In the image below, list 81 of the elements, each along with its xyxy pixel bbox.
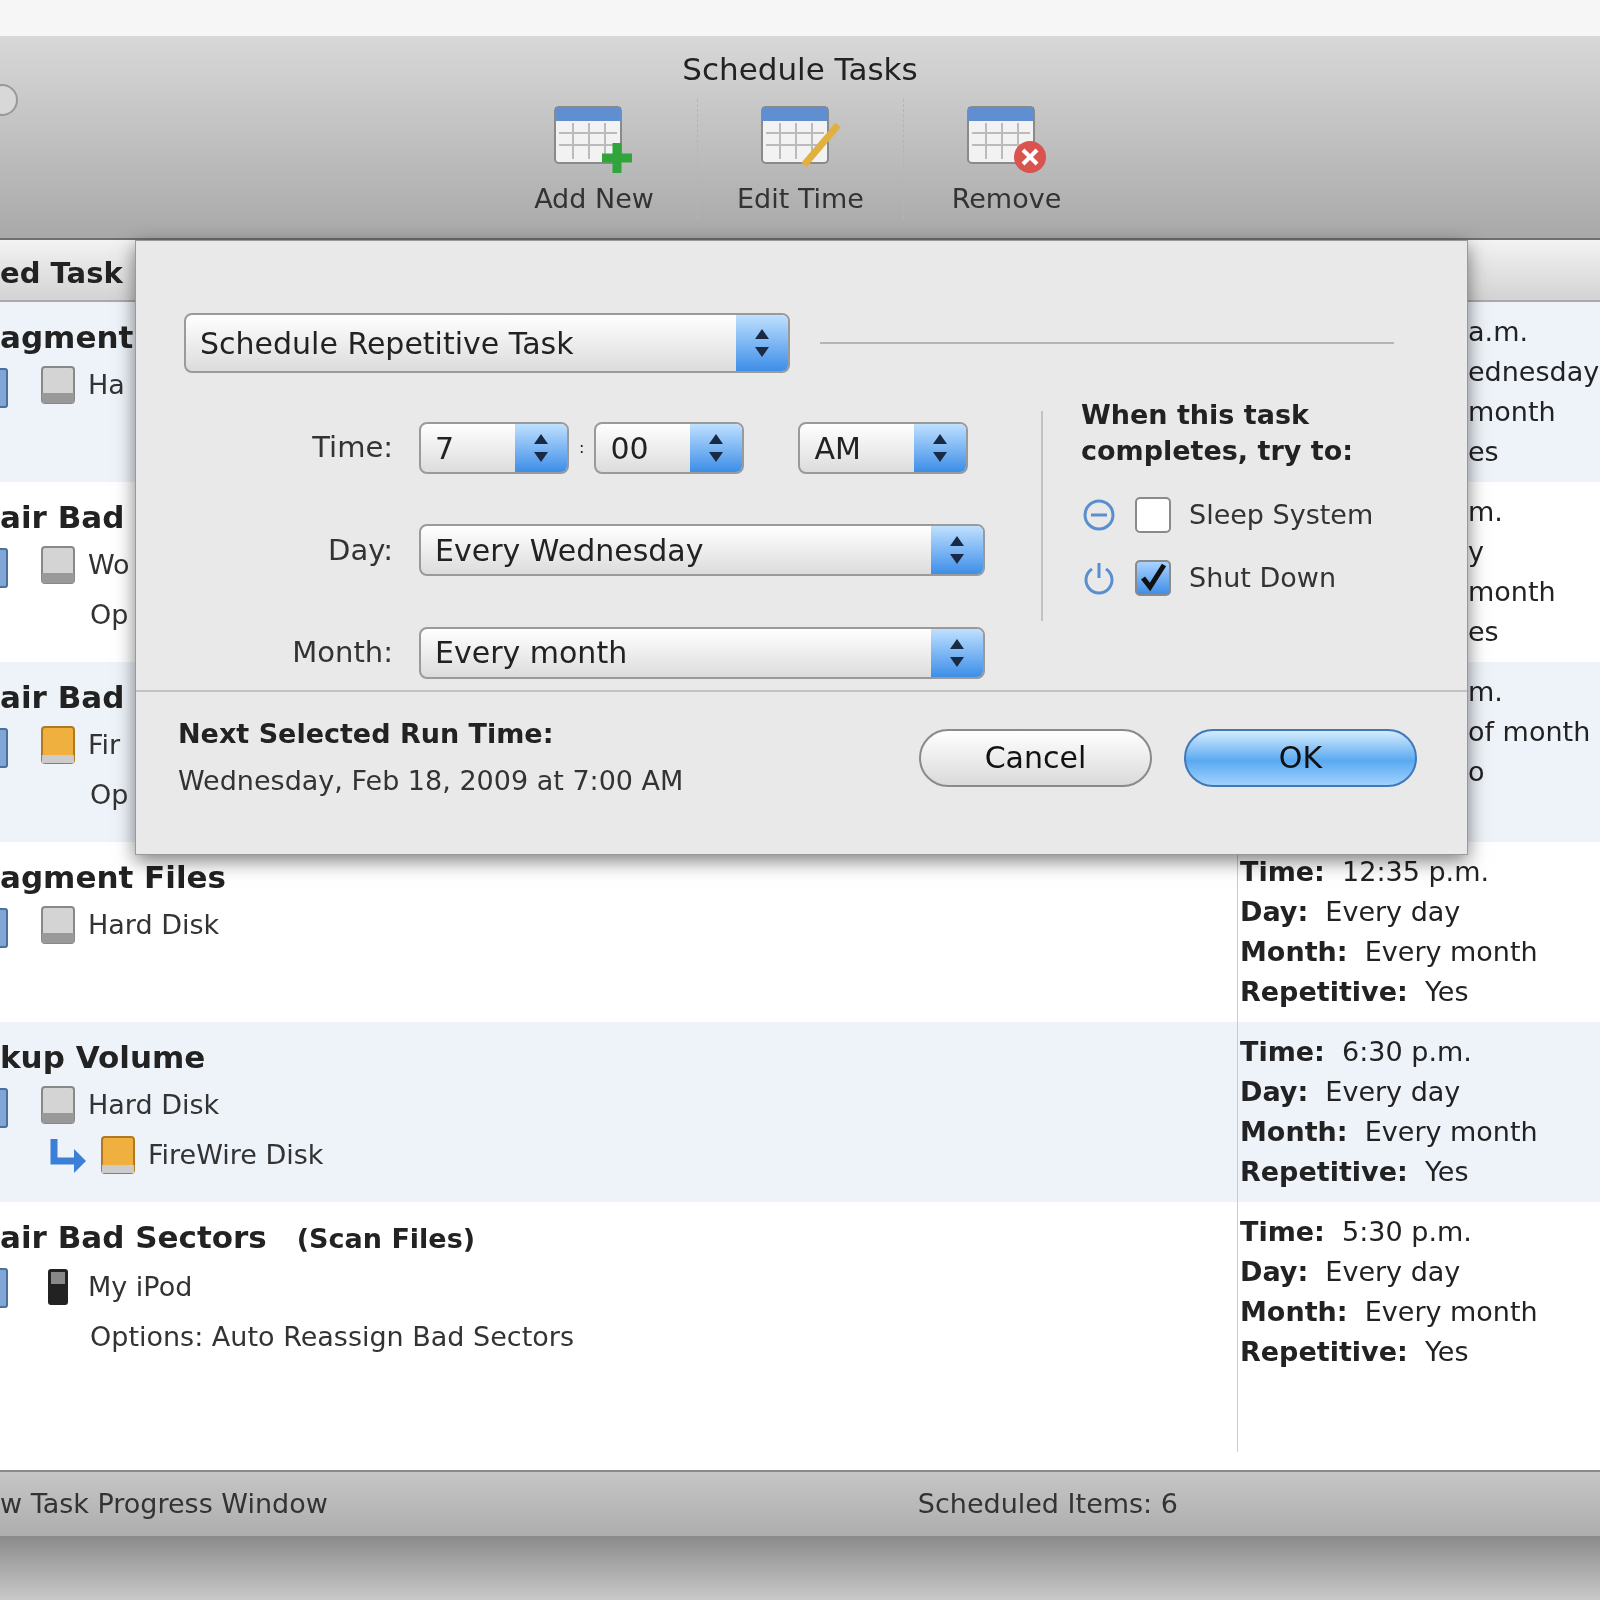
cancel-button[interactable]: Cancel (919, 728, 1152, 787)
schedule-line: month (1468, 395, 1557, 429)
device-label: Wo (88, 547, 130, 582)
schedule-line: o (1468, 755, 1486, 789)
task-title: air Bad (0, 499, 125, 535)
schedule-label: Repetitive: (1240, 976, 1408, 1007)
window-title: Schedule Tasks (681, 50, 919, 89)
device-label: Op (90, 777, 129, 812)
task-title: agment Files (0, 859, 227, 895)
schedule-line: es (1468, 435, 1500, 469)
device-label: Options: Auto Reassign Bad Sectors (90, 1319, 574, 1354)
next-run-label: Next Selected Run Time: (178, 717, 555, 751)
field-label: Day: (327, 531, 394, 569)
device-label: Ha (88, 367, 125, 402)
column-title: ed Task (0, 255, 123, 292)
schedule-line: y (1468, 535, 1485, 569)
device-label: Fir (88, 727, 121, 762)
schedule-label: Month: (1240, 1296, 1348, 1327)
completion-heading: When this task completes, try to: (1081, 398, 1354, 468)
schedule-line: Repetitive: Yes (1240, 975, 1470, 1009)
schedule-label: Repetitive: (1240, 1156, 1408, 1187)
progress-window-toggle[interactable]: w Task Progress Window (0, 1483, 328, 1525)
option-label: Sleep System (1189, 498, 1374, 532)
schedule-line: m. (1468, 495, 1504, 529)
schedule-line: Month: Every month (1240, 935, 1539, 969)
schedule-label: Time: (1240, 1216, 1325, 1247)
schedule-line: Month: Every month (1240, 1295, 1539, 1329)
schedule-line: es (1468, 615, 1500, 649)
schedule-line: Time: 12:35 p.m. (1240, 855, 1491, 889)
ampm-popup[interactable]: AM (798, 422, 969, 475)
schedule-line: of month (1468, 715, 1592, 749)
device-label: Op (90, 597, 129, 632)
field-label: Time: (311, 429, 394, 467)
schedule-line: Time: 5:30 p.m. (1240, 1215, 1473, 1249)
stepper-arrows-icon (753, 327, 771, 359)
schedule-line: Repetitive: Yes (1240, 1335, 1470, 1369)
device-label: FireWire Disk (148, 1137, 324, 1172)
hour-popup[interactable]: 7 (419, 422, 569, 475)
task-mode: (Scan Files) (296, 1223, 476, 1254)
field-label: Month: (291, 634, 394, 672)
schedule-label: Day: (1240, 1076, 1309, 1107)
option-label: Shut Down (1189, 560, 1337, 595)
table-row[interactable]: air Bad Sectors (Scan Files) My iPod Options: Auto Reassign Bad Sectors Time: 5:30 p.m. Day: Every day Month: Every month Repetitive: Yes (0, 1202, 1600, 1382)
schedule-label: Time: (1240, 1036, 1325, 1067)
schedule-type-popup[interactable]: Schedule Repetitive Task (184, 313, 790, 373)
task-title: agment (0, 319, 134, 355)
day-popup[interactable]: Every Wednesday (419, 524, 985, 577)
minute-popup[interactable]: 00 (594, 422, 745, 475)
schedule-line: Month: Every month (1240, 1115, 1539, 1149)
toolbar-button[interactable]: Edit Time (697, 98, 903, 219)
table-row[interactable]: kup Volume Hard Disk FireWire Disk Time: 6:30 p.m. Day: Every day Month: Every month Repetitive: Yes (0, 1022, 1600, 1202)
scheduled-count: Scheduled Items: 6 (917, 1486, 1178, 1521)
schedule-label: Month: (1240, 1116, 1348, 1147)
device-label: Hard Disk (88, 907, 220, 942)
schedule-line: Repetitive: Yes (1240, 1155, 1470, 1189)
schedule-label: Month: (1240, 936, 1348, 967)
device-label: My iPod (88, 1269, 193, 1304)
schedule-label: Day: (1240, 1256, 1309, 1287)
task-title: kup Volume (0, 1039, 206, 1075)
schedule-line: month (1468, 575, 1557, 609)
device-label: Hard Disk (88, 1087, 220, 1122)
time-separator: : (579, 437, 585, 460)
next-run-time: Wednesday, Feb 18, 2009 at 7:00 AM (178, 763, 684, 798)
toolbar-button[interactable]: Remove (903, 98, 1109, 219)
schedule-label: Repetitive: (1240, 1336, 1408, 1367)
schedule-line: ednesday (1468, 355, 1600, 389)
task-title: air Bad (0, 679, 125, 715)
ok-button[interactable]: OK (1184, 728, 1417, 787)
schedule-line: m. (1468, 675, 1504, 709)
toolbar-button[interactable]: Add New (491, 98, 697, 219)
month-popup[interactable]: Every month (419, 626, 985, 679)
schedule-line: a.m. (1468, 315, 1529, 349)
checkbox[interactable] (1135, 559, 1171, 596)
schedule-label: Time: (1240, 856, 1325, 887)
schedule-label: Day: (1240, 896, 1309, 927)
schedule-line: Day: Every day (1240, 1075, 1462, 1109)
checkbox[interactable] (1135, 497, 1171, 534)
schedule-line: Day: Every day (1240, 895, 1462, 929)
schedule-line: Day: Every day (1240, 1255, 1462, 1289)
task-title: air Bad Sectors (0, 1219, 267, 1255)
schedule-line: Time: 6:30 p.m. (1240, 1035, 1473, 1069)
